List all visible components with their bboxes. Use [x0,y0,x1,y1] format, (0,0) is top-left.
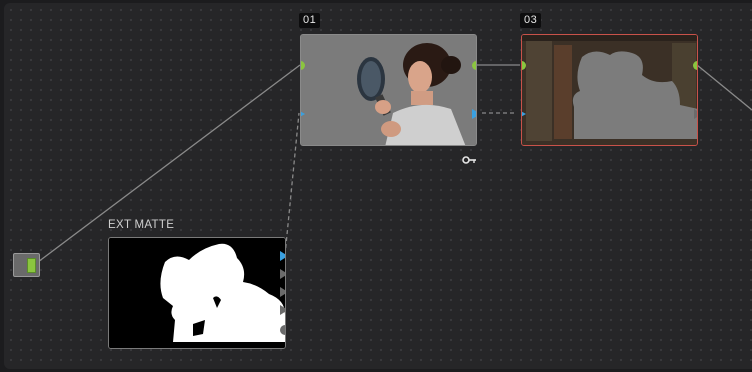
node03-thumbnail [522,35,697,145]
source-to-node01-line [37,64,301,263]
node03-key-output[interactable] [694,109,697,119]
ext-matte-output-2[interactable] [280,269,285,279]
ext-matte-label: EXT MATTE [108,219,175,231]
node01-key-output[interactable] [472,109,476,119]
ext-matte-output-5[interactable] [280,325,285,335]
ext-matte-key-output[interactable] [280,251,285,261]
node01-thumbnail [301,35,476,145]
ext-matte-to-node01-key-line [284,112,300,256]
ext-matte-output-3[interactable] [280,287,285,297]
ext-matte-output-4[interactable] [280,305,285,315]
node03[interactable] [521,34,698,146]
source-input-node[interactable] [13,253,40,277]
source-output-indicator [27,258,36,273]
ext-matte-thumbnail [109,238,285,348]
ext-matte-node[interactable] [108,237,286,349]
node03-to-output-line [696,64,752,111]
node01-key-input[interactable] [301,109,305,119]
node01-label: 01 [299,13,321,28]
node03-key-input[interactable] [522,109,526,119]
node03-rgb-output[interactable] [693,61,697,70]
node03-label: 03 [520,13,542,28]
node01-rgb-output[interactable] [472,61,476,70]
node01[interactable] [300,34,477,146]
